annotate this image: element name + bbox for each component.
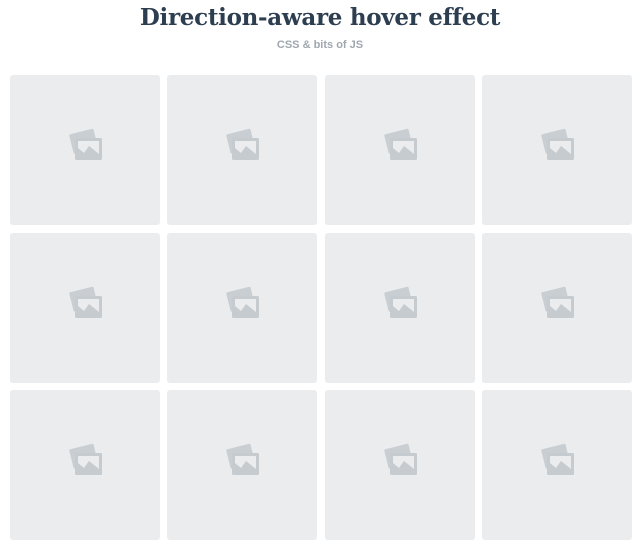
image-placeholder-icon [66,126,104,164]
grid-tile-12[interactable] [481,390,632,540]
image-placeholder-icon [538,126,576,164]
image-placeholder-icon [66,441,104,479]
page-subtitle: CSS & bits of JS [276,39,364,51]
grid-tile-10[interactable] [167,390,318,540]
image-placeholder-icon [538,284,576,322]
grid-tile-9[interactable] [10,390,160,540]
grid-tile-1[interactable] [10,75,160,225]
grid-tile-11[interactable] [324,390,475,540]
grid-tile-8[interactable] [481,232,632,383]
image-placeholder-icon [381,284,419,322]
tile-grid [10,75,632,540]
grid-tile-3[interactable] [324,75,475,225]
image-placeholder-icon [66,284,104,322]
image-placeholder-icon [223,441,261,479]
grid-tile-2[interactable] [167,75,318,225]
image-placeholder-icon [381,126,419,164]
page-title: Direction-aware hover effect [139,4,501,31]
grid-tile-7[interactable] [324,232,475,383]
image-placeholder-icon [223,126,261,164]
grid-tile-4[interactable] [481,75,632,225]
grid-tile-5[interactable] [10,232,160,383]
grid-tile-6[interactable] [167,232,318,383]
image-placeholder-icon [538,441,576,479]
image-placeholder-icon [223,284,261,322]
image-placeholder-icon [381,441,419,479]
